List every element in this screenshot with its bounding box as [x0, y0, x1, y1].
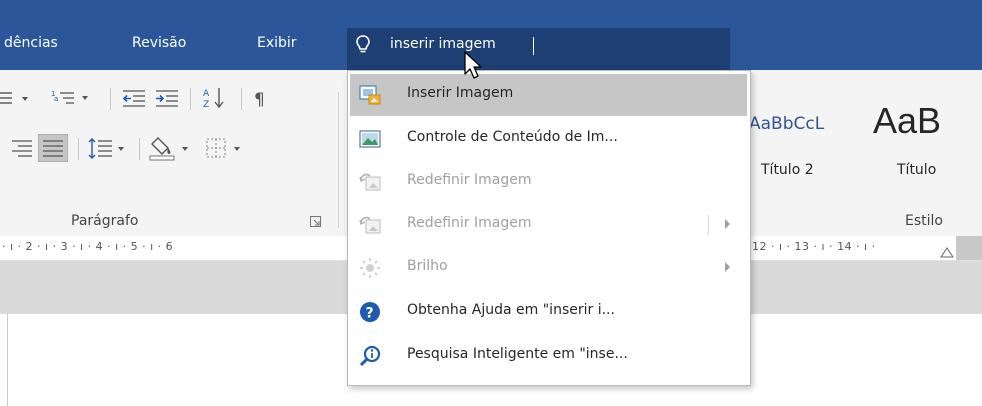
menu-item-label: Redefinir Imagem — [407, 172, 532, 188]
group-divider — [338, 92, 339, 228]
page-edge — [7, 314, 8, 406]
menu-item-get-help[interactable]: ? Obtenha Ajuda em "inserir i... — [350, 291, 747, 333]
mouse-pointer-icon — [463, 50, 485, 84]
multilevel-list-icon[interactable]: 1 a — [48, 86, 100, 114]
menu-item-label: Controle de Conteúdo de Im... — [407, 129, 618, 145]
separator — [78, 138, 79, 160]
style-name-heading2: Título 2 — [761, 162, 814, 178]
menu-item-label: Inserir Imagem — [407, 85, 514, 101]
menu-item-label: Pesquisa Inteligente em "inse... — [407, 346, 628, 362]
ruler-margin — [956, 236, 982, 260]
style-name-title: Título — [897, 162, 937, 178]
shading-icon[interactable] — [148, 134, 198, 166]
line-spacing-icon[interactable] — [88, 136, 132, 164]
lightbulb-icon — [355, 34, 371, 60]
submenu-separator — [708, 215, 709, 235]
dialog-launcher-icon[interactable] — [310, 216, 322, 232]
styles-group-label: Estilo — [905, 213, 943, 229]
ruler-scale-left: · ı · 2 · ı · 3 · ı · 4 · ı · 5 · ı · 6 — [2, 240, 174, 253]
menu-item-reset-picture[interactable]: Redefinir Imagem — [350, 161, 747, 203]
style-preview-title[interactable]: AaB — [873, 100, 941, 142]
separator — [241, 88, 242, 110]
insert-picture-icon — [359, 84, 381, 106]
bullets-icon[interactable] — [0, 88, 42, 114]
reset-picture-icon — [359, 171, 381, 193]
svg-text:¶: ¶ — [254, 90, 265, 110]
menu-item-reset-picture-submenu[interactable]: Redefinir Imagem — [350, 204, 747, 246]
svg-text:?: ? — [366, 306, 374, 322]
align-right-icon[interactable] — [10, 137, 34, 163]
tab-review[interactable]: Revisão — [132, 35, 186, 51]
submenu-arrow-icon — [725, 262, 730, 272]
justify-icon[interactable] — [37, 133, 69, 166]
separator — [139, 138, 140, 160]
menu-item-picture-content-control[interactable]: Controle de Conteúdo de Im... — [350, 118, 747, 160]
style-preview-heading2[interactable]: AaBbCcL — [749, 114, 824, 134]
decrease-indent-icon[interactable] — [121, 88, 149, 114]
help-icon: ? — [359, 301, 381, 323]
tell-me-search-box[interactable]: inserir imagem — [347, 28, 730, 70]
borders-icon[interactable] — [204, 136, 250, 164]
menu-item-label: Obtenha Ajuda em "inserir i... — [407, 302, 615, 318]
pilcrow-icon[interactable]: ¶ — [250, 87, 274, 115]
svg-text:Z: Z — [203, 100, 209, 110]
tell-me-results-menu: Inserir Imagem Controle de Conteúdo de I… — [347, 70, 751, 386]
paragraph-group-label: Parágrafo — [71, 213, 139, 229]
menu-item-label: Redefinir Imagem — [407, 215, 532, 231]
svg-text:a: a — [54, 95, 58, 103]
reset-picture-icon — [359, 214, 381, 236]
sort-icon[interactable]: A Z — [202, 86, 230, 114]
text-caret — [533, 37, 534, 55]
tab-view[interactable]: Exibir — [257, 35, 297, 51]
separator — [110, 88, 111, 110]
right-indent-marker[interactable] — [940, 246, 954, 262]
menu-item-smart-lookup[interactable]: Pesquisa Inteligente em "inse... — [350, 335, 747, 377]
menu-item-insert-picture[interactable]: Inserir Imagem — [350, 74, 747, 116]
ruler-scale-right: 12 · ı · 13 · ı · 14 · ı · — [752, 240, 876, 253]
separator — [190, 88, 191, 110]
submenu-arrow-icon — [725, 219, 730, 229]
picture-content-control-icon — [359, 128, 381, 150]
menu-item-label: Brilho — [407, 258, 448, 274]
smart-lookup-icon — [359, 345, 381, 367]
menu-item-brightness[interactable]: Brilho — [350, 247, 747, 289]
ribbon-tab-bar: dências Revisão Exibir inserir imagem — [0, 0, 982, 70]
svg-text:A: A — [203, 89, 210, 99]
tab-references[interactable]: dências — [4, 35, 58, 51]
brightness-icon — [359, 257, 381, 279]
increase-indent-icon[interactable] — [154, 88, 182, 114]
